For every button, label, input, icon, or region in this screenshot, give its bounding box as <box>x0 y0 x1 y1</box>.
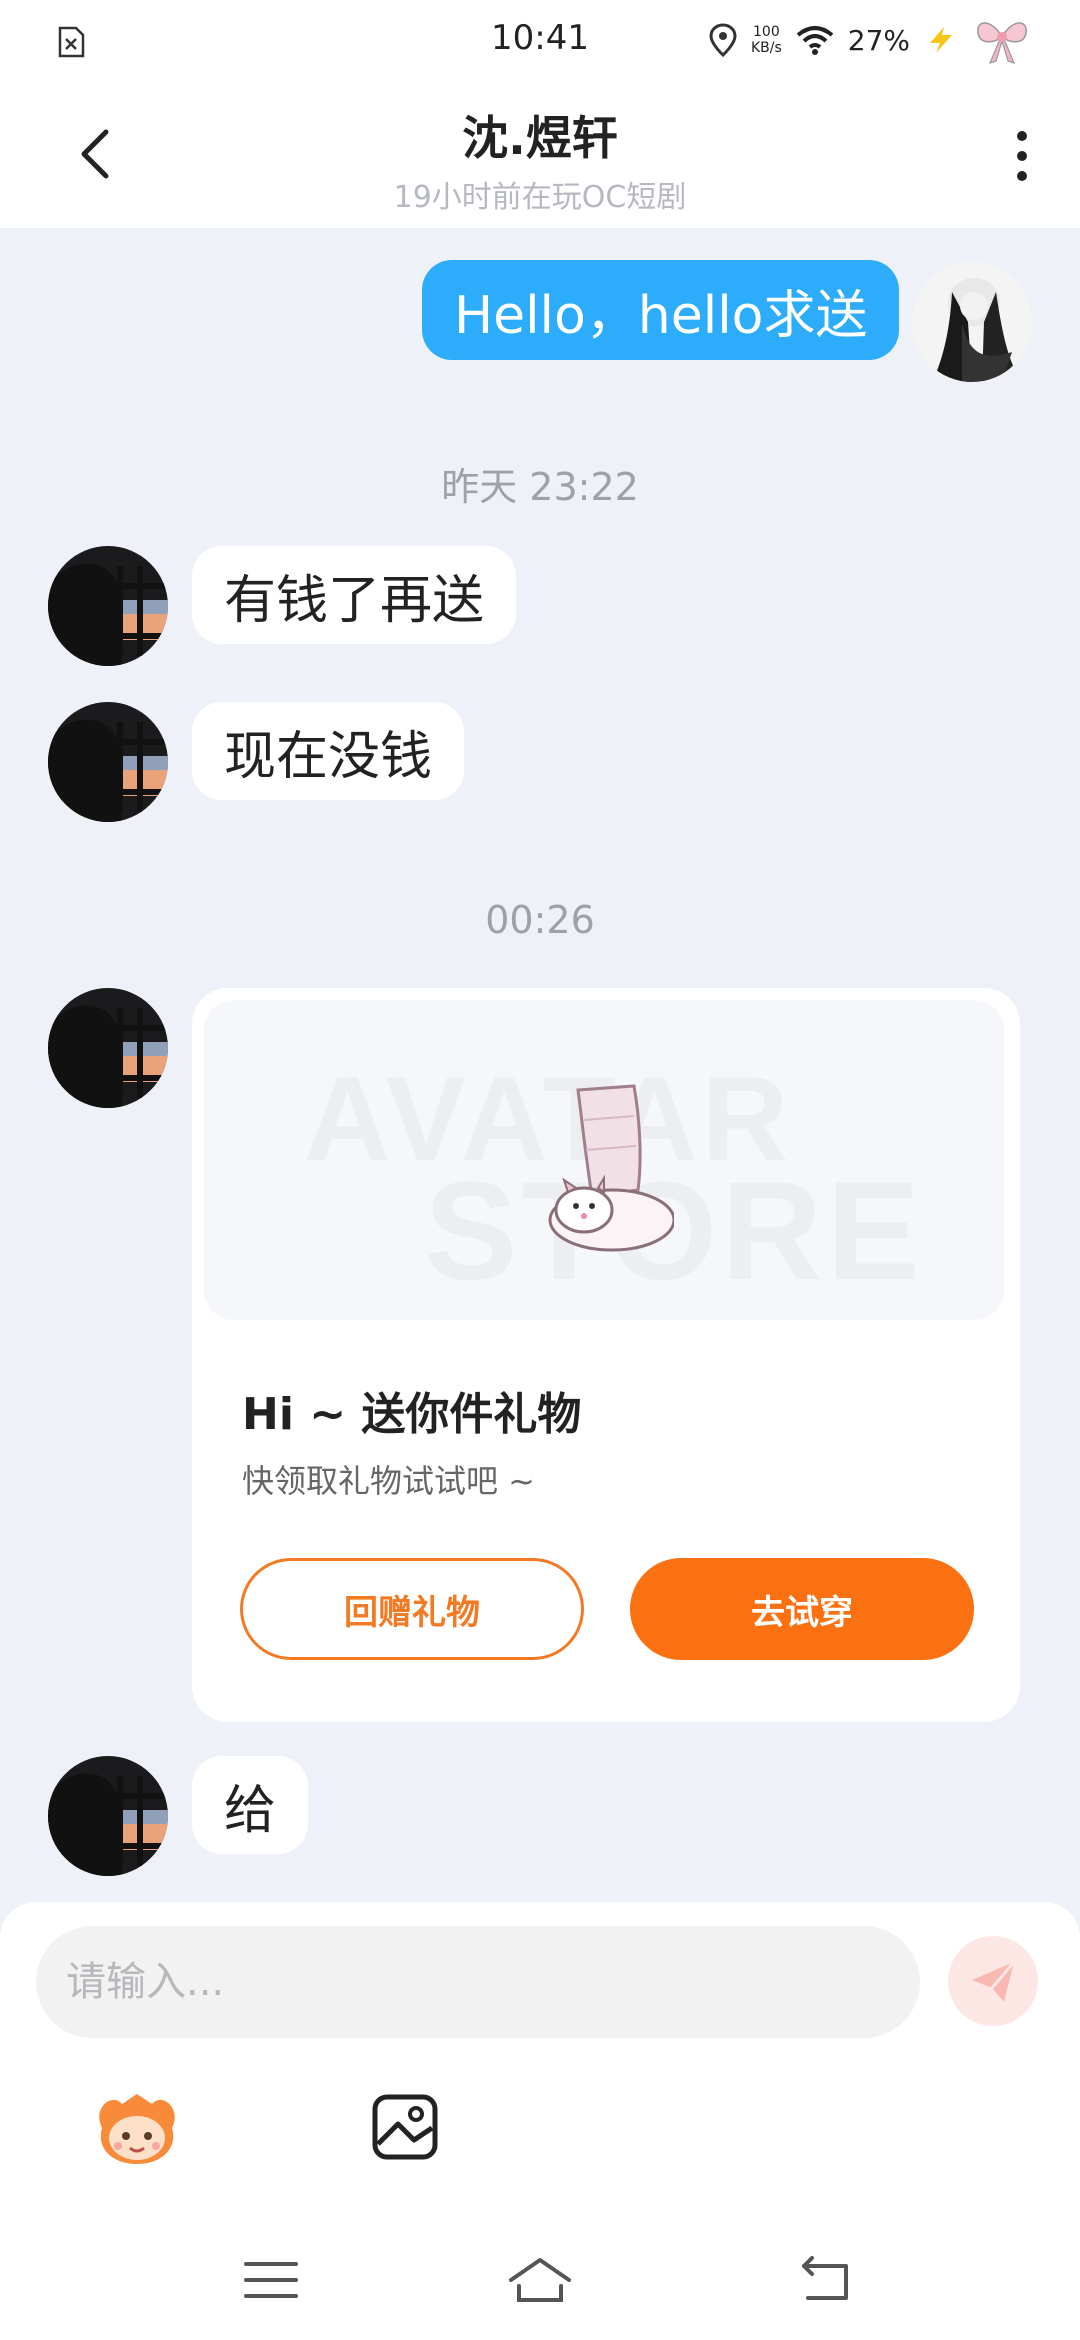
back-nav-icon[interactable] <box>790 2250 860 2310</box>
message-timestamp: 昨天 23:22 <box>441 465 639 509</box>
gift-image[interactable]: AVATAR STORE <box>204 1000 1004 1320</box>
bow-icon <box>977 22 1027 64</box>
message-timestamp: 00:26 <box>485 898 595 942</box>
my-avatar[interactable] <box>912 262 1032 382</box>
speed-value: 100 <box>753 24 780 40</box>
send-button[interactable] <box>948 1936 1038 2026</box>
my-avatar-image <box>912 262 1032 382</box>
contact-avatar[interactable] <box>48 988 168 1108</box>
return-gift-button[interactable]: 回赠礼物 <box>240 1558 584 1660</box>
status-right: 100 KB/s 27% <box>709 18 1032 64</box>
wifi-icon <box>796 26 834 55</box>
gift-title: Hi ~ 送你件礼物 <box>242 1389 582 1440</box>
contact-message-bubble[interactable]: 现在没钱 <box>192 702 465 800</box>
battery-level: 27% <box>847 23 910 57</box>
avatar-mascot-icon[interactable] <box>92 2088 182 2168</box>
message-input[interactable] <box>36 1926 920 2038</box>
gift-card[interactable]: AVATAR STORE Hi ~ 送你件礼物 快领取礼物试试吧 ~ 回赠礼物 … <box>192 988 1020 1722</box>
menu-icon[interactable] <box>236 2250 306 2310</box>
send-icon <box>972 1961 1016 2002</box>
charging-icon <box>930 27 952 53</box>
contact-avatar[interactable] <box>48 1756 168 1876</box>
contact-message-bubble[interactable]: 有钱了再送 <box>192 546 517 644</box>
home-icon[interactable] <box>505 2250 575 2310</box>
status-bar: 10:41 100 KB/s 27% <box>0 0 1080 80</box>
system-navigation-bar <box>0 2220 1080 2340</box>
contact-avatar-image <box>48 702 168 822</box>
image-icon[interactable] <box>370 2092 440 2162</box>
contact-avatar-image <box>48 1756 168 1876</box>
slippers-icon <box>548 1084 674 1252</box>
contact-status: 19小时前在玩OC短剧 <box>393 180 687 215</box>
contact-name[interactable]: 沈.煜轩 <box>0 102 1080 168</box>
try-on-button[interactable]: 去试穿 <box>630 1558 974 1660</box>
contact-avatar-image <box>48 546 168 666</box>
contact-avatar-image <box>48 988 168 1108</box>
network-speed: 100 KB/s <box>751 24 782 56</box>
contact-message-bubble[interactable]: 给 <box>192 1756 309 1854</box>
contact-avatar[interactable] <box>48 702 168 822</box>
contact-avatar[interactable] <box>48 546 168 666</box>
chat-header: 沈.煜轩 19小时前在玩OC短剧 <box>0 80 1080 228</box>
gift-description: 快领取礼物试试吧 ~ <box>242 1462 535 1500</box>
location-icon <box>709 23 737 57</box>
speed-unit: KB/s <box>750 40 782 56</box>
my-message-bubble[interactable]: Hello，hello求送 <box>422 260 900 360</box>
more-options-button[interactable] <box>1010 124 1034 188</box>
